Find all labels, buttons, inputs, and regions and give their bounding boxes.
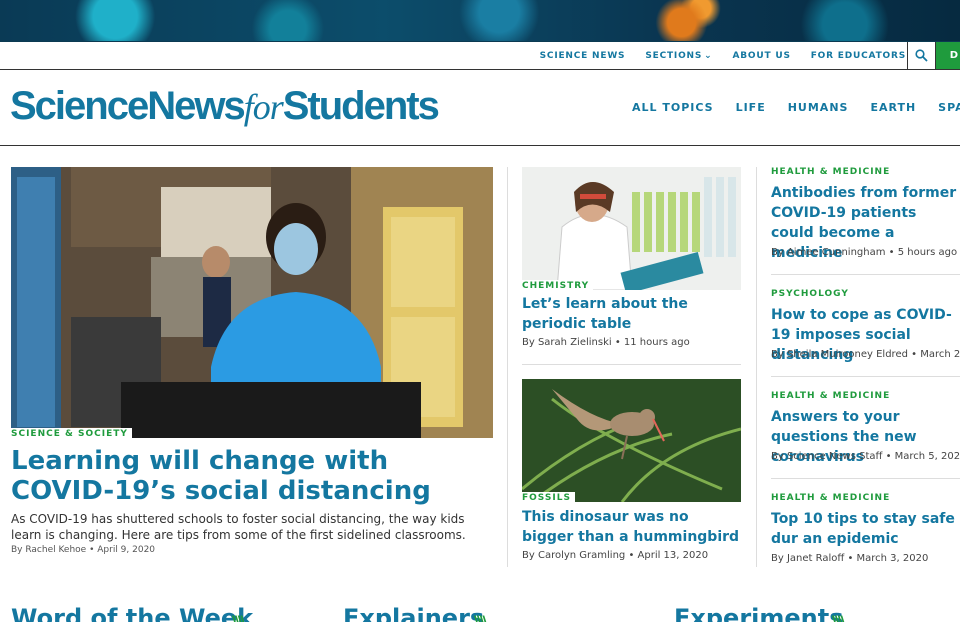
- site-logo[interactable]: ScienceNewsforStudents: [10, 84, 440, 129]
- sections-label: SECTIONS: [645, 50, 703, 61]
- utility-link-about-us[interactable]: ABOUT US: [732, 51, 790, 61]
- story-tag[interactable]: HEALTH & MEDICINE: [771, 492, 895, 504]
- lead-story-dek: As COVID-19 has shuttered schools to fos…: [11, 512, 466, 542]
- search-icon: [915, 49, 928, 62]
- column-divider: [507, 167, 508, 567]
- story-divider: [771, 274, 960, 275]
- utility-link-science-news[interactable]: SCIENCE NEWS: [540, 51, 626, 61]
- slash-decoration-icon: \\\\: [832, 612, 846, 622]
- story-tag[interactable]: CHEMISTRY: [522, 280, 594, 292]
- story-byline: By Sheila Mulrooney Eldred • March 23, 2: [771, 349, 960, 360]
- section-heading-explainers[interactable]: Explainers: [343, 604, 484, 622]
- top-banner-image: [0, 0, 960, 42]
- utility-nav: SCIENCE NEWS SECTIONS ⌄ ABOUT US FOR EDUC…: [540, 42, 906, 69]
- slash-decoration-icon: \\\\: [232, 612, 246, 622]
- story-tag[interactable]: HEALTH & MEDICINE: [771, 166, 895, 178]
- section-heading-experiments[interactable]: Experiments: [674, 604, 844, 622]
- main-nav: ALL TOPICS LIFE HUMANS EARTH SPACE: [632, 101, 960, 114]
- nav-all-topics[interactable]: ALL TOPICS: [632, 101, 714, 114]
- lead-story-byline: By Rachel Kehoe • April 9, 2020: [11, 545, 156, 555]
- story-title[interactable]: This dinosaur was no bigger than a hummi…: [522, 507, 740, 547]
- story-title[interactable]: Let’s learn about the periodic table: [522, 294, 740, 334]
- lead-story-title[interactable]: Learning will change with COVID-19’s soc…: [11, 446, 493, 506]
- dinosaur-photo-illustration: [522, 379, 741, 502]
- story-image-periodic-table[interactable]: [522, 167, 741, 290]
- story-byline: By Janet Raloff • March 3, 2020: [771, 553, 929, 564]
- story-byline: By Aimee Cunningham • 5 hours ago: [771, 247, 958, 258]
- utility-link-sections[interactable]: SECTIONS ⌄: [645, 51, 712, 61]
- story-image-dinosaur[interactable]: [522, 379, 741, 502]
- donate-button[interactable]: D: [936, 42, 960, 69]
- section-heading-word-of-the-week[interactable]: Word of the Week: [11, 604, 253, 622]
- nav-space[interactable]: SPACE: [938, 101, 960, 114]
- story-tag[interactable]: HEALTH & MEDICINE: [771, 390, 895, 402]
- site-header: ScienceNewsforStudents ALL TOPICS LIFE H…: [0, 70, 960, 146]
- slash-decoration-icon: \\\\: [474, 612, 488, 622]
- story-byline: By Sarah Zielinski • 11 hours ago: [522, 337, 690, 348]
- lead-story-tag[interactable]: SCIENCE & SOCIETY: [11, 428, 132, 440]
- chevron-down-icon: ⌄: [704, 50, 713, 61]
- nav-life[interactable]: LIFE: [736, 101, 766, 114]
- logo-part-students: Students: [282, 84, 440, 128]
- search-button[interactable]: [907, 42, 936, 69]
- nav-earth[interactable]: EARTH: [870, 101, 916, 114]
- story-tag[interactable]: PSYCHOLOGY: [771, 288, 853, 300]
- story-byline: By Carolyn Gramling • April 13, 2020: [522, 550, 709, 561]
- story-tag[interactable]: FOSSILS: [522, 492, 575, 504]
- lead-photo-illustration: [11, 167, 493, 438]
- utility-link-for-educators[interactable]: FOR EDUCATORS: [811, 51, 906, 61]
- column-divider: [756, 167, 757, 567]
- nav-humans[interactable]: HUMANS: [788, 101, 849, 114]
- logo-part-for: for: [243, 87, 284, 127]
- story-byline: By Science News Staff • March 5, 2020: [771, 451, 960, 462]
- utility-bar: SCIENCE NEWS SECTIONS ⌄ ABOUT US FOR EDUC…: [0, 42, 960, 70]
- story-divider: [522, 364, 741, 365]
- periodic-photo-illustration: [522, 167, 741, 290]
- story-title[interactable]: Top 10 tips to stay safe dur an epidemic: [771, 509, 960, 549]
- story-divider: [771, 478, 960, 479]
- story-divider: [771, 376, 960, 377]
- logo-part-sciencenews: ScienceNews: [10, 84, 246, 128]
- lead-story-image[interactable]: [11, 167, 493, 438]
